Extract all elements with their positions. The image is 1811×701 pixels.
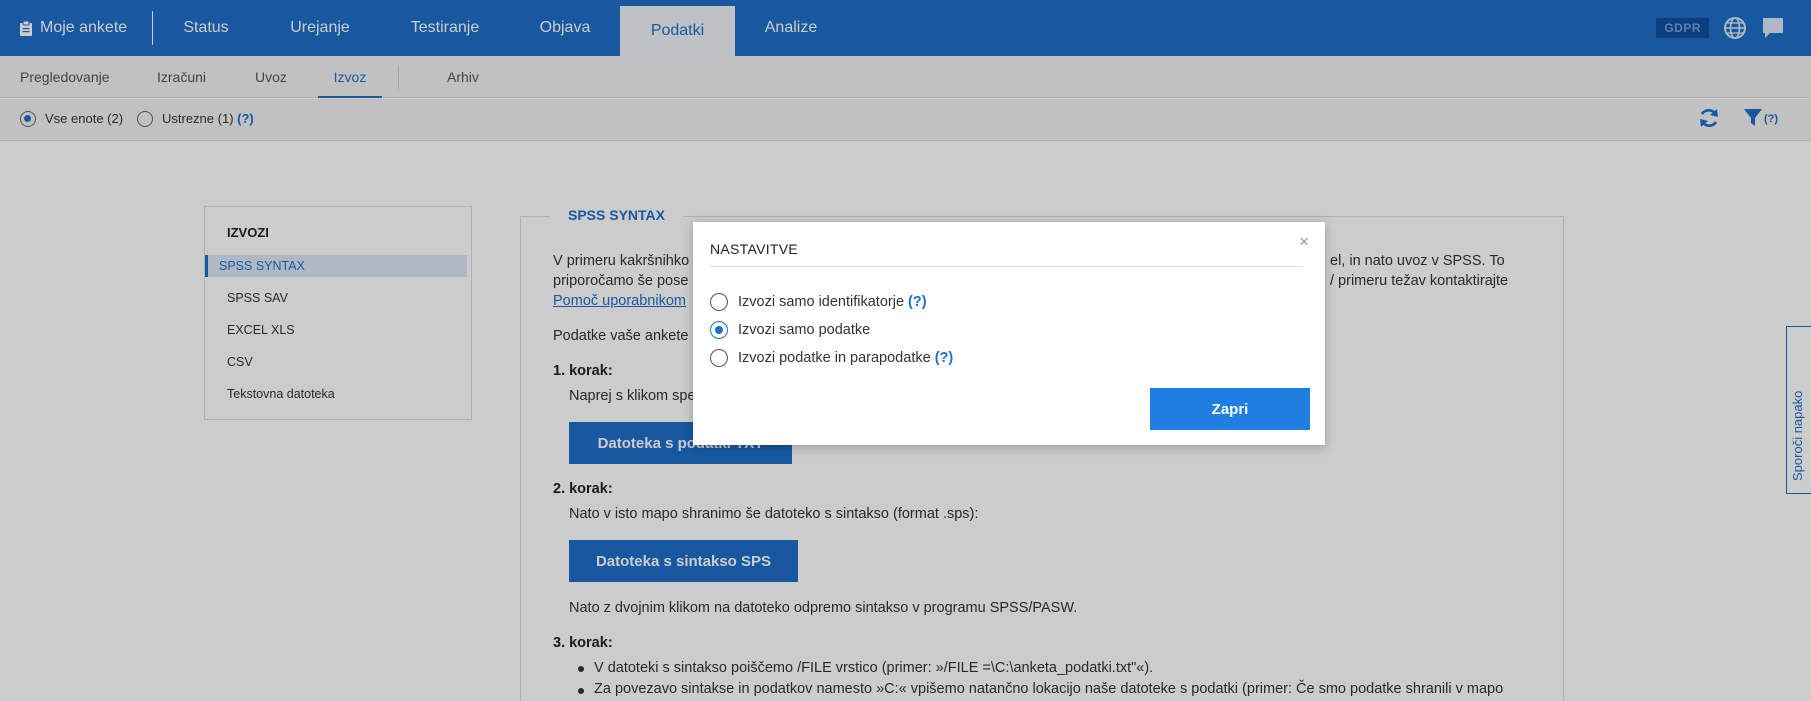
data-and-paradata-text: Izvozi podatke in parapodatke [738, 350, 931, 366]
data-only-label: Izvozi samo podatke [738, 322, 871, 338]
close-icon[interactable]: × [1299, 232, 1309, 252]
option-identifiers-only[interactable]: Izvozi samo identifikatorje (?) [710, 293, 927, 311]
identifiers-help-link[interactable]: (?) [908, 294, 927, 310]
modal-title: NASTAVITVE [710, 241, 799, 257]
identifiers-only-label: Izvozi samo identifikatorje (?) [738, 294, 927, 310]
close-button[interactable]: Zapri [1150, 388, 1310, 430]
data-only-radio[interactable] [710, 321, 728, 339]
identifiers-only-radio[interactable] [710, 293, 728, 311]
identifiers-only-text: Izvozi samo identifikatorje [738, 294, 905, 310]
option-data-and-paradata[interactable]: Izvozi podatke in parapodatke (?) [710, 349, 953, 367]
paradata-help-link[interactable]: (?) [935, 350, 954, 366]
data-and-paradata-radio[interactable] [710, 349, 728, 367]
data-and-paradata-label: Izvozi podatke in parapodatke (?) [738, 350, 953, 366]
modal-divider [710, 266, 1302, 267]
settings-modal: NASTAVITVE × Izvozi samo identifikatorje… [693, 222, 1325, 445]
option-data-only[interactable]: Izvozi samo podatke [710, 321, 870, 339]
